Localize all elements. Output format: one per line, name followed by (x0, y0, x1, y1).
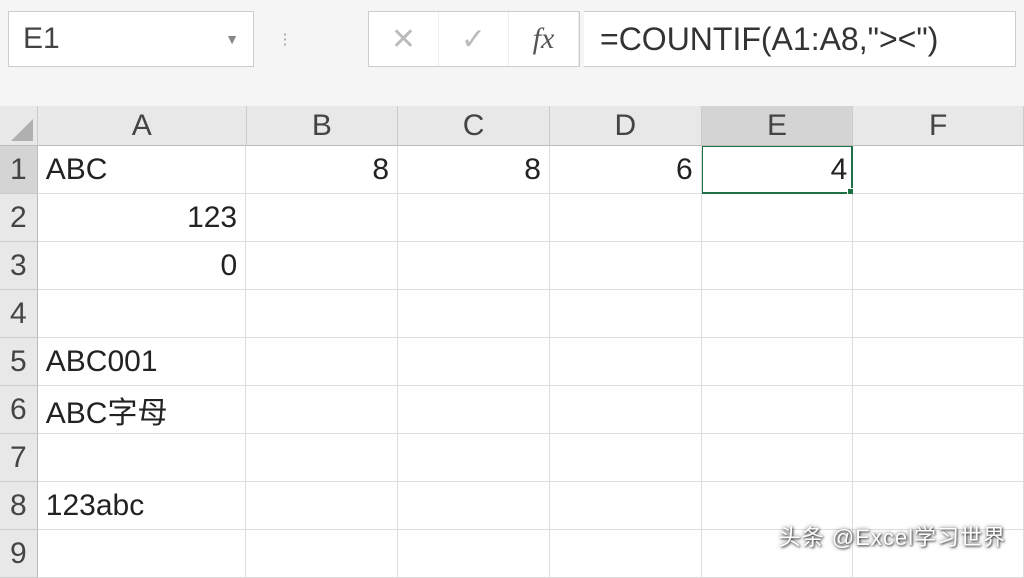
formula-bar-buttons: ✕ ✓ fx (368, 11, 580, 67)
row-header-8[interactable]: 8 (0, 482, 38, 530)
cell-C5[interactable] (398, 338, 550, 386)
cell-E5[interactable] (702, 338, 854, 386)
cell-D9[interactable] (550, 530, 702, 578)
cell-F1[interactable] (853, 146, 1024, 194)
col-header-C[interactable]: C (398, 106, 550, 146)
col-header-F[interactable]: F (853, 106, 1024, 146)
row-2: 2 123 (0, 194, 1024, 242)
col-header-A[interactable]: A (38, 106, 247, 146)
cell-D5[interactable] (550, 338, 702, 386)
row-4: 4 (0, 290, 1024, 338)
cell-C8[interactable] (398, 482, 550, 530)
fx-icon[interactable]: fx (509, 12, 579, 66)
cell-E4[interactable] (702, 290, 854, 338)
col-header-E[interactable]: E (702, 106, 854, 146)
row-header-4[interactable]: 4 (0, 290, 38, 338)
row-5: 5 ABC001 (0, 338, 1024, 386)
spreadsheet-grid[interactable]: A B C D E F 1 ABC 8 8 6 4 2 123 3 0 4 (0, 106, 1024, 578)
cell-D7[interactable] (550, 434, 702, 482)
cell-C2[interactable] (398, 194, 550, 242)
cell-A9[interactable] (38, 530, 246, 578)
name-box-value: E1 (23, 22, 60, 56)
cell-F3[interactable] (853, 242, 1024, 290)
cell-A6[interactable]: ABC字母 (38, 386, 246, 434)
row-header-5[interactable]: 5 (0, 338, 38, 386)
cell-C1[interactable]: 8 (398, 146, 550, 194)
cell-C3[interactable] (398, 242, 550, 290)
row-header-9[interactable]: 9 (0, 530, 38, 578)
cell-E7[interactable] (702, 434, 854, 482)
row-header-3[interactable]: 3 (0, 242, 38, 290)
row-header-1[interactable]: 1 (0, 146, 38, 194)
cell-A5[interactable]: ABC001 (38, 338, 246, 386)
cell-B1[interactable]: 8 (246, 146, 398, 194)
formula-text: =COUNTIF(A1:A8,"><") (600, 21, 938, 58)
cell-A2[interactable]: 123 (38, 194, 246, 242)
cell-D6[interactable] (550, 386, 702, 434)
cell-E2[interactable] (702, 194, 854, 242)
cell-C6[interactable] (398, 386, 550, 434)
cell-F5[interactable] (853, 338, 1024, 386)
cancel-icon[interactable]: ✕ (369, 12, 439, 66)
formula-bar-area: E1 ▼ ⋮ ✕ ✓ fx =COUNTIF(A1:A8,"><") (0, 0, 1024, 78)
cell-B9[interactable] (246, 530, 398, 578)
expand-formula-bar-icon[interactable]: ⋮ (270, 11, 300, 67)
cell-B4[interactable] (246, 290, 398, 338)
cell-B5[interactable] (246, 338, 398, 386)
cell-D1[interactable]: 6 (550, 146, 702, 194)
name-box[interactable]: E1 ▼ (8, 11, 254, 67)
row-header-2[interactable]: 2 (0, 194, 38, 242)
row-3: 3 0 (0, 242, 1024, 290)
column-header-row: A B C D E F (0, 106, 1024, 146)
cell-E1[interactable]: 4 (702, 146, 854, 194)
cell-B2[interactable] (246, 194, 398, 242)
cell-D8[interactable] (550, 482, 702, 530)
cell-E3[interactable] (702, 242, 854, 290)
cell-A4[interactable] (38, 290, 246, 338)
col-header-D[interactable]: D (550, 106, 702, 146)
row-7: 7 (0, 434, 1024, 482)
cell-A7[interactable] (38, 434, 246, 482)
cell-C4[interactable] (398, 290, 550, 338)
col-header-B[interactable]: B (247, 106, 399, 146)
cell-B3[interactable] (246, 242, 398, 290)
cell-B8[interactable] (246, 482, 398, 530)
cell-C9[interactable] (398, 530, 550, 578)
cell-B6[interactable] (246, 386, 398, 434)
cell-E6[interactable] (702, 386, 854, 434)
row-1: 1 ABC 8 8 6 4 (0, 146, 1024, 194)
cell-F2[interactable] (853, 194, 1024, 242)
cell-F6[interactable] (853, 386, 1024, 434)
select-all-corner[interactable] (0, 106, 38, 146)
confirm-icon[interactable]: ✓ (439, 12, 509, 66)
cell-B7[interactable] (246, 434, 398, 482)
cell-C7[interactable] (398, 434, 550, 482)
watermark: 头条 @Excel学习世界 (779, 520, 1006, 552)
cell-F7[interactable] (853, 434, 1024, 482)
cell-A1[interactable]: ABC (38, 146, 246, 194)
cell-F4[interactable] (853, 290, 1024, 338)
row-header-6[interactable]: 6 (0, 386, 38, 434)
cell-D2[interactable] (550, 194, 702, 242)
name-box-dropdown-icon[interactable]: ▼ (225, 31, 239, 47)
row-6: 6 ABC字母 (0, 386, 1024, 434)
cell-D3[interactable] (550, 242, 702, 290)
formula-input[interactable]: =COUNTIF(A1:A8,"><") (584, 11, 1016, 67)
cell-D4[interactable] (550, 290, 702, 338)
row-header-7[interactable]: 7 (0, 434, 38, 482)
cell-A3[interactable]: 0 (38, 242, 246, 290)
cell-A8[interactable]: 123abc (38, 482, 246, 530)
